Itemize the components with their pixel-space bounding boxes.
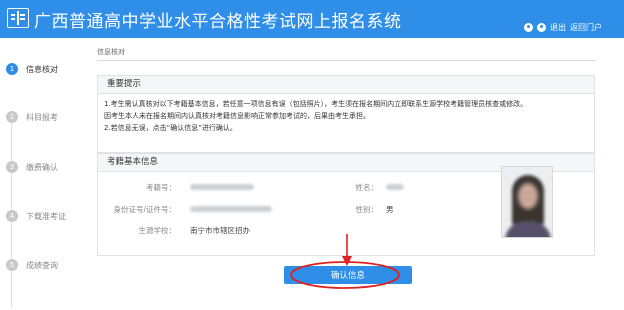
- notice-title: 重要提示: [98, 76, 594, 94]
- notice-panel: 重要提示 1.考生需认真核对以下考籍基本信息，若任意一项信息有误（包括照片），考…: [97, 75, 595, 153]
- app-header: 广西普通高中学业水平合格性考试网上报名系统 退出 返回门户: [0, 0, 624, 38]
- school-label: 生源学校：: [138, 226, 177, 235]
- step-number: 2: [6, 111, 18, 123]
- header-links: 退出 返回门户: [524, 22, 602, 33]
- step-label: 成绩查询: [26, 260, 58, 270]
- student-photo: [501, 166, 553, 238]
- step-payment-confirm[interactable]: 3 缴费确认: [6, 161, 58, 173]
- step-label: 下载准考证: [26, 211, 66, 221]
- id-label: 身份证号/证件号：: [113, 205, 176, 214]
- name-label: 姓名：: [355, 183, 379, 192]
- step-label: 缴费确认: [26, 162, 58, 172]
- steps-sidebar: 1 信息核对 2 科目报考 3 缴费确认 4 下载准考证 5 成绩查询: [0, 38, 90, 310]
- step-number: 3: [6, 161, 18, 173]
- annotation-arrow-head: [342, 256, 352, 266]
- logout-link[interactable]: 退出: [550, 22, 566, 33]
- step-label: 科目报考: [26, 112, 58, 122]
- portal-link[interactable]: 返回门户: [570, 22, 602, 33]
- notice-line: 2.若信息无误，点击“确认信息”进行确认。: [104, 124, 237, 132]
- gender-label: 性别：: [355, 205, 379, 214]
- exam-no-label: 考籍号：: [146, 183, 176, 192]
- school-value: 南宁市市辖区招办: [190, 226, 250, 235]
- id-value: [190, 205, 272, 214]
- notice-line: 因考生本人未在报名期间内认真核对考籍信息影响正常参加考试的，后果由考生承担。: [104, 112, 370, 120]
- notice-line: 1.考生需认真核对以下考籍基本信息，若任意一项信息有误（包括照片），考生须在报名…: [104, 100, 528, 108]
- step-number: 4: [6, 210, 18, 222]
- app-title: 广西普通高中学业水平合格性考试网上报名系统: [34, 12, 402, 32]
- step-score-query[interactable]: 5 成绩查询: [6, 259, 58, 271]
- name-value: [386, 183, 404, 192]
- step-label: 信息核对: [26, 64, 58, 74]
- step-download-ticket[interactable]: 4 下载准考证: [6, 210, 66, 222]
- exam-no-value: [190, 183, 254, 192]
- step-subject-apply[interactable]: 2 科目报考: [6, 111, 58, 123]
- book-logo-icon: [7, 8, 29, 28]
- gender-value: 男: [386, 205, 394, 214]
- breadcrumb-divider: [97, 60, 597, 61]
- breadcrumb: 信息核对: [97, 48, 125, 56]
- confirm-info-button[interactable]: 确认信息: [284, 266, 412, 284]
- student-info-panel: 考籍基本信息 考籍号： 身份证号/证件号： 生源学校： 南宁市市辖区招办 姓名：…: [97, 153, 595, 256]
- step-number: 1: [6, 63, 18, 75]
- step-info-check[interactable]: 1 信息核对: [6, 63, 58, 75]
- notice-body: 1.考生需认真核对以下考籍基本信息，若任意一项信息有误（包括照片），考生须在报名…: [98, 94, 594, 138]
- user-icon: [524, 23, 533, 32]
- step-number: 5: [6, 259, 18, 271]
- logout-icon: [537, 23, 546, 32]
